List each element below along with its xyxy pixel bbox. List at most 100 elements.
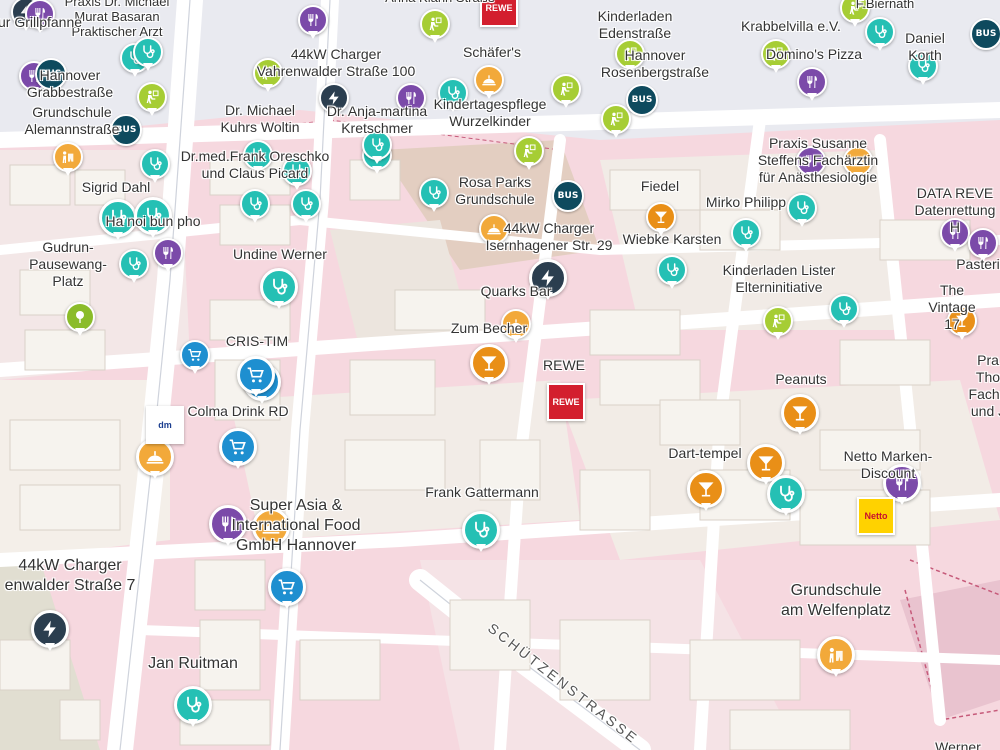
restaurant-marker[interactable] <box>209 505 247 551</box>
charger-icon <box>328 91 339 105</box>
doctor-marker[interactable] <box>731 218 761 254</box>
health-icon <box>780 485 795 502</box>
doctor-marker[interactable] <box>908 51 938 87</box>
restaurant-marker[interactable] <box>25 0 55 35</box>
marker-tip <box>63 168 73 176</box>
doctor-marker[interactable] <box>829 294 859 330</box>
doctor-marker[interactable] <box>657 255 687 291</box>
marker-tip <box>430 35 440 43</box>
kindergarten-marker[interactable] <box>763 306 793 342</box>
cafe-marker[interactable] <box>474 65 504 101</box>
doctor-marker[interactable] <box>240 189 270 225</box>
marker-tip <box>251 389 261 397</box>
cafe-marker[interactable] <box>501 309 531 345</box>
shop-icon <box>278 579 295 595</box>
doctor-marker[interactable] <box>419 178 449 214</box>
kindergarten-marker[interactable] <box>253 58 283 94</box>
doctor-marker[interactable] <box>767 475 805 521</box>
doctor-marker[interactable] <box>99 199 137 245</box>
marker-tip <box>282 601 292 609</box>
marker-tip <box>263 84 273 92</box>
doctor-marker[interactable] <box>133 37 163 73</box>
restaurant-marker[interactable] <box>796 146 826 182</box>
health-icon <box>372 138 384 151</box>
cafe-marker[interactable] <box>136 438 174 484</box>
marker-tip <box>807 93 817 101</box>
doctor-marker[interactable] <box>438 78 468 114</box>
cafe-icon <box>851 156 865 167</box>
doctor-marker[interactable] <box>119 249 149 285</box>
cafe-icon <box>146 451 164 464</box>
bar-marker[interactable] <box>646 202 676 238</box>
marker-tip <box>489 240 499 248</box>
netto-logo[interactable]: Netto <box>857 497 895 535</box>
dm-logo[interactable]: dm <box>146 406 184 444</box>
charger-marker[interactable] <box>529 259 567 305</box>
kindergarten-marker[interactable] <box>761 39 791 75</box>
shop-marker[interactable] <box>180 340 210 376</box>
map-view[interactable]: BUS BUS BUS BUS BUS REWE REWE Netto dm Praxis Dr.… <box>0 0 1000 750</box>
marker-tip <box>839 320 849 328</box>
cafe-marker[interactable] <box>252 508 290 554</box>
daycare-marker[interactable] <box>53 142 83 178</box>
shop-marker[interactable] <box>268 568 306 614</box>
restaurant-marker[interactable] <box>940 218 970 254</box>
kindergarten-marker[interactable] <box>615 39 645 75</box>
school-icon <box>560 82 573 96</box>
marker-tip <box>163 264 173 272</box>
bus-stop-icon[interactable]: BUS <box>552 180 584 212</box>
charger-icon <box>43 620 56 638</box>
kindergarten-marker[interactable] <box>137 82 167 118</box>
doctor-marker[interactable] <box>362 130 392 166</box>
restaurant-marker[interactable] <box>298 5 328 41</box>
bar-marker[interactable] <box>947 306 977 342</box>
doctor-marker[interactable] <box>787 193 817 229</box>
restaurant-marker[interactable] <box>396 83 426 119</box>
kindergarten-marker[interactable] <box>601 104 631 140</box>
shop-marker[interactable] <box>237 356 275 402</box>
cafe-marker[interactable] <box>843 146 873 182</box>
bar-marker[interactable] <box>470 344 508 390</box>
food-icon <box>406 92 416 104</box>
daycare-marker[interactable] <box>817 636 855 682</box>
bus-stop-icon[interactable]: BUS <box>970 18 1000 50</box>
bar-marker[interactable] <box>687 470 725 516</box>
rewe-logo[interactable]: REWE <box>547 383 585 421</box>
bar-icon <box>655 211 667 223</box>
bus-stop-icon[interactable]: BUS <box>35 58 67 90</box>
kindergarten-marker[interactable] <box>514 136 544 172</box>
shop-marker[interactable] <box>219 428 257 474</box>
doctor-marker[interactable] <box>865 17 895 53</box>
rewe-logo[interactable]: REWE <box>480 0 518 27</box>
restaurant-marker[interactable] <box>153 238 183 274</box>
doctor-marker[interactable] <box>260 268 298 314</box>
cafe-marker[interactable] <box>479 214 509 250</box>
health-icon <box>797 201 809 214</box>
charger-marker[interactable] <box>31 610 69 656</box>
charger-marker[interactable] <box>319 83 349 119</box>
park-marker[interactable] <box>65 302 95 338</box>
restaurant-marker[interactable] <box>797 67 827 103</box>
school-icon <box>523 144 536 158</box>
bus-stop-icon[interactable]: BUS <box>626 84 658 116</box>
marker-tip <box>484 377 494 385</box>
bar-marker[interactable] <box>781 394 819 440</box>
doctor-marker[interactable] <box>140 149 170 185</box>
shop-icon <box>188 349 202 361</box>
doctor-marker[interactable] <box>462 511 500 557</box>
doctor-marker[interactable] <box>282 156 312 192</box>
doctor-marker[interactable] <box>134 197 172 243</box>
doctor-marker[interactable] <box>243 140 273 176</box>
marker-tip <box>771 65 781 73</box>
restaurant-marker[interactable] <box>968 228 998 264</box>
bus-stop-icon[interactable]: BUS <box>110 114 142 146</box>
doctor-marker[interactable] <box>174 686 212 732</box>
health-icon <box>253 148 265 161</box>
kindergarten-marker[interactable] <box>420 9 450 45</box>
marker-tip <box>897 497 907 505</box>
doctor-marker[interactable] <box>291 189 321 225</box>
health-icon <box>918 59 930 72</box>
marker-tip <box>850 19 860 27</box>
marker-tip <box>561 100 571 108</box>
kindergarten-marker[interactable] <box>551 74 581 110</box>
